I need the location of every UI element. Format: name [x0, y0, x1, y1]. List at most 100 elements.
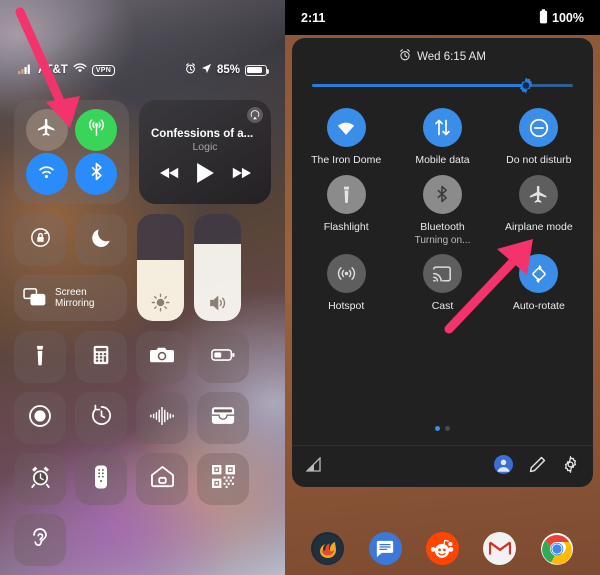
moon-icon: [90, 226, 113, 254]
apple-tv-remote-button[interactable]: [75, 453, 127, 505]
alarm-header[interactable]: Wed 6:15 AM: [292, 38, 593, 64]
battery-icon: [245, 64, 270, 76]
volume-slider[interactable]: [194, 214, 241, 321]
tile-cast[interactable]: Cast: [394, 254, 490, 313]
clock-label: 2:11: [301, 10, 326, 25]
android-app-dock: [285, 532, 600, 565]
airplay-icon[interactable]: [247, 107, 263, 123]
page-indicator[interactable]: [292, 426, 593, 445]
tile-label: Airplane mode: [504, 220, 573, 233]
tile-the-iron-dome[interactable]: The Iron Dome: [298, 108, 394, 167]
signal-strength-icon[interactable]: [305, 455, 322, 477]
home-icon: [150, 465, 175, 493]
page-dot-2[interactable]: [445, 426, 450, 431]
battery-full-icon: [539, 8, 548, 27]
ear-icon: [30, 526, 50, 555]
airplane-icon: [519, 174, 559, 214]
screen-record-icon: [28, 404, 52, 433]
mobile-data-icon: [422, 108, 462, 147]
tile-airplane-mode[interactable]: Airplane mode: [491, 174, 587, 247]
brightness-slider[interactable]: [312, 77, 573, 94]
sound-recognition-button[interactable]: [136, 392, 188, 444]
user-account-icon[interactable]: [494, 454, 513, 479]
carrier-label: AT&T: [38, 64, 68, 76]
app-chrome[interactable]: [541, 532, 574, 565]
wallet-button[interactable]: [197, 392, 249, 444]
app-messages[interactable]: [368, 532, 402, 565]
app-reddit[interactable]: [425, 532, 459, 565]
tile-label: Mobile data: [415, 154, 470, 166]
cellular-tower-icon: [86, 117, 107, 143]
connectivity-module[interactable]: [14, 100, 129, 204]
auto-rotate-icon: [519, 254, 559, 294]
vpn-badge: VPN: [91, 64, 116, 76]
camera-button[interactable]: [136, 331, 188, 383]
calculator-button[interactable]: [75, 331, 127, 383]
alarm-button[interactable]: [14, 453, 66, 505]
wifi-icon: [36, 161, 57, 187]
cellular-data-toggle[interactable]: [75, 109, 118, 151]
timer-icon: [90, 404, 113, 432]
do-not-disturb-icon: [519, 108, 559, 147]
ios-control-center-modules: Confessions of a... Logic Screen Mirrori…: [14, 100, 271, 566]
timer-button[interactable]: [75, 392, 127, 444]
airplane-mode-toggle[interactable]: [25, 109, 68, 151]
alarm-clock-icon: [29, 465, 52, 493]
location-arrow-icon: [201, 63, 212, 77]
tile-auto-rotate[interactable]: Auto-rotate: [491, 254, 587, 313]
tile-flashlight[interactable]: Flashlight: [298, 174, 394, 247]
page-dot-1[interactable]: [435, 426, 440, 431]
qr-code-scanner-button[interactable]: [197, 453, 249, 505]
sound-recognition-icon: [149, 405, 175, 432]
battery-percent-label: 85%: [216, 64, 240, 76]
tile-label: The Iron Dome: [311, 154, 382, 166]
rotation-lock-icon: [28, 225, 53, 255]
flashlight-button[interactable]: [14, 331, 66, 383]
hotspot-icon: [326, 254, 366, 294]
rewind-button[interactable]: [159, 166, 180, 185]
cellular-signal-icon: [18, 64, 33, 77]
app-firefox[interactable]: [311, 532, 345, 565]
tile-sublabel: Turning on...: [414, 235, 471, 247]
app-gmail[interactable]: [483, 532, 517, 565]
brightness-slider[interactable]: [137, 214, 184, 321]
tile-label: Do not disturb: [506, 154, 572, 166]
battery-icon: [211, 347, 235, 368]
screen-mirroring-button[interactable]: Screen Mirroring: [14, 275, 127, 321]
orientation-lock-toggle[interactable]: [14, 214, 66, 266]
tile-mobile-data[interactable]: Mobile data: [394, 108, 490, 167]
tile-label: Cast: [431, 300, 454, 313]
low-power-mode-button[interactable]: [197, 331, 249, 383]
ios-shortcuts-grid: [14, 331, 271, 566]
quick-settings-tiles: The Iron Dome Mobile data Do not disturb: [292, 92, 593, 313]
tile-bluetooth[interactable]: Bluetooth Turning on...: [394, 174, 490, 247]
cast-icon: [422, 254, 462, 294]
pencil-edit-icon[interactable]: [529, 456, 546, 478]
now-playing-artist: Logic: [192, 141, 218, 153]
screen-recording-button[interactable]: [14, 392, 66, 444]
settings-gear-icon[interactable]: [562, 454, 579, 478]
android-status-bar: 2:11 100%: [285, 0, 600, 35]
wifi-toggle[interactable]: [25, 153, 68, 195]
home-button[interactable]: [136, 453, 188, 505]
qr-code-icon: [211, 465, 235, 493]
bluetooth-icon: [422, 174, 462, 214]
tile-do-not-disturb[interactable]: Do not disturb: [491, 108, 587, 167]
play-button[interactable]: [196, 163, 214, 188]
fast-forward-button[interactable]: [231, 166, 251, 185]
brightness-slider-icon[interactable]: [518, 77, 535, 94]
calculator-icon: [90, 344, 112, 371]
screen-mirroring-icon: [23, 286, 48, 311]
ios-status-bar: AT&T VPN 85%: [0, 60, 285, 80]
quick-settings-panel: Wed 6:15 AM The Iron Dome Mobile data Do…: [292, 38, 593, 487]
android-quick-settings-screen: 2:11 100% Wed 6:15 AM The Iron Dome Mobi…: [285, 0, 600, 575]
screen-mirroring-label: Screen Mirroring: [55, 286, 95, 310]
tile-label: Hotspot: [328, 300, 365, 313]
bluetooth-toggle[interactable]: [75, 153, 118, 195]
tile-hotspot[interactable]: Hotspot: [298, 254, 394, 313]
now-playing-module[interactable]: Confessions of a... Logic: [139, 100, 271, 204]
tile-label: Bluetooth: [420, 220, 465, 233]
do-not-disturb-toggle[interactable]: [75, 214, 127, 266]
hearing-button[interactable]: [14, 514, 66, 566]
volume-icon: [194, 294, 241, 312]
